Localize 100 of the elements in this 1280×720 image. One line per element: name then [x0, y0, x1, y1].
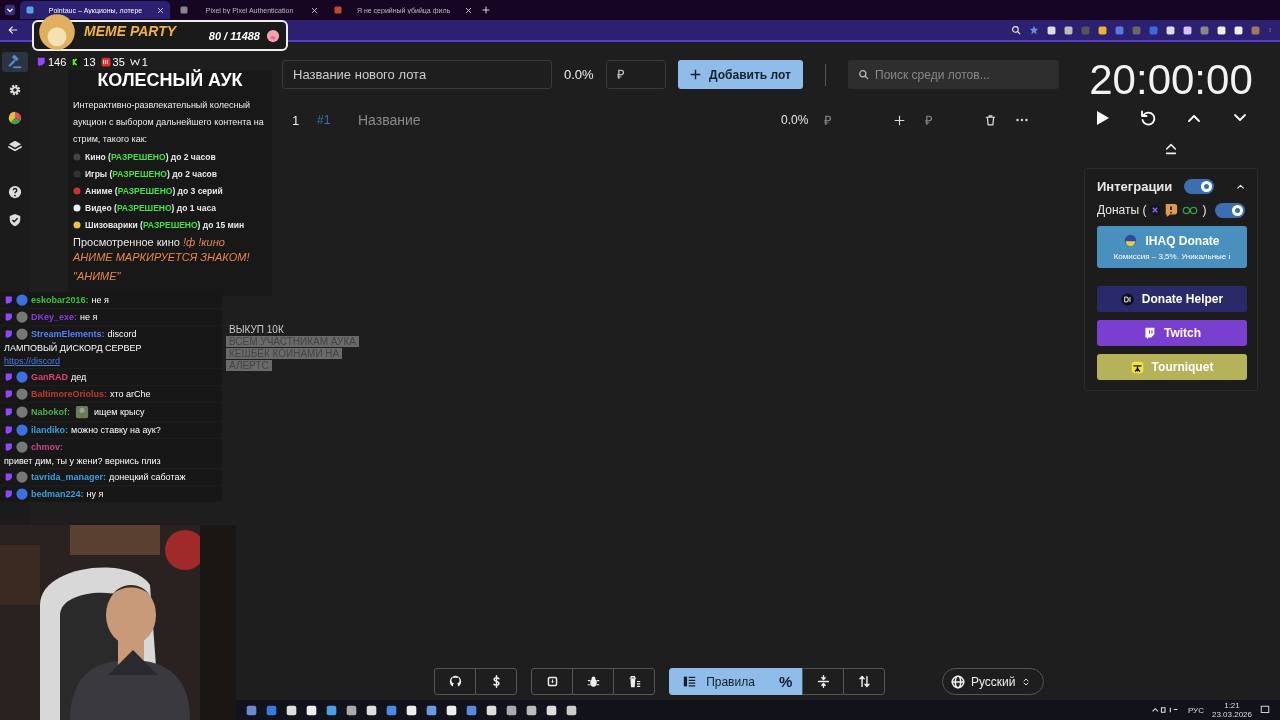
app-icon[interactable] [446, 704, 457, 716]
app-icon[interactable] [526, 704, 537, 716]
avatar-icon [16, 388, 28, 400]
new-tab-icon[interactable] [482, 6, 490, 14]
avatar-icon [16, 406, 28, 418]
logo-icon [1124, 234, 1138, 247]
username: StreamElements: [31, 329, 105, 339]
toolbar-button[interactable] [572, 668, 614, 695]
toolbar-button[interactable] [475, 668, 517, 695]
app-icon[interactable] [286, 704, 297, 716]
avatar-icon [16, 294, 28, 306]
lot-name-field[interactable]: Название нового лота [282, 60, 552, 89]
close-icon[interactable] [157, 6, 164, 14]
app-icon[interactable] [306, 704, 317, 716]
username: Nabokof: [31, 407, 70, 417]
avatar-icon [38, 12, 76, 51]
points-counter: 80 / 11488 [208, 29, 260, 42]
message-text: можно ставку на аук? [71, 425, 161, 435]
app-icon[interactable] [366, 704, 377, 716]
message-text: discord [107, 329, 137, 339]
app-icon[interactable] [546, 704, 557, 716]
toggle-switch[interactable] [1184, 179, 1215, 194]
app-icon[interactable] [326, 704, 337, 716]
more-icon[interactable] [1016, 118, 1028, 122]
play-icon[interactable] [1094, 110, 1110, 126]
username: ilandiko: [31, 425, 68, 435]
amount-field[interactable]: ₽ [606, 60, 666, 89]
keyboard-language[interactable]: РУС [1187, 705, 1204, 715]
x-logo-icon [1149, 204, 1162, 216]
sort-caret-icon [1021, 676, 1030, 687]
rules-button[interactable]: Правила [669, 668, 769, 695]
panel-title: КОЛЕСНЫЙ АУК [96, 70, 244, 91]
alert-text: ВЫКУП 10К [228, 324, 285, 335]
service-button[interactable]: Donate Helper [1097, 286, 1247, 312]
viewer-count: 146 [48, 56, 67, 68]
avatar-icon [16, 311, 28, 323]
add-lot-button[interactable]: Добавить лот [678, 60, 803, 89]
percent-label: 0.0% [564, 67, 594, 82]
toolbar-button[interactable] [531, 668, 573, 695]
app-icon[interactable] [406, 704, 417, 716]
clear-list-icon [627, 675, 641, 688]
toolbar-button[interactable] [613, 668, 655, 695]
rules-text: Интерактивно-развлекательный колесный аукцион с выбором дальнейшего контента на стрим, такого как: [73, 99, 265, 146]
pie-chart-icon [8, 111, 22, 125]
donations-label: ) [1202, 203, 1207, 217]
language-select[interactable]: Русский [942, 668, 1044, 695]
compress-icon [816, 675, 830, 688]
menu-icon[interactable] [4, 4, 16, 16]
rule-text: Игры (РАЗРЕШЕНО) до 2 часов [85, 168, 218, 179]
reset-icon[interactable] [1140, 110, 1156, 126]
note-text: АНИМЕ МАРКИРУЕТСЯ ЗНАКОМ! [73, 250, 251, 265]
glasses-icon [1181, 205, 1200, 215]
message-link[interactable]: https://discord [4, 356, 61, 366]
service-button[interactable]: Twitch [1097, 320, 1247, 346]
pig-icon [266, 28, 280, 43]
bug-icon [586, 675, 600, 688]
username: chmov: [31, 442, 63, 452]
close-icon[interactable] [465, 6, 472, 14]
search-field[interactable]: Поиск среди лотов... [848, 60, 1059, 89]
username: eskobar2016: [31, 295, 89, 305]
clock[interactable]: 1:21 23.03.2026 [1211, 701, 1252, 719]
save-icon [545, 675, 559, 688]
toolbar-button[interactable] [802, 668, 845, 695]
username: bedman224: [31, 489, 84, 499]
chevron-up-icon[interactable] [1236, 182, 1245, 191]
rule-text: Шизоварики (РАЗРЕШЕНО) до 15 мин [85, 219, 245, 230]
avatar-icon [16, 328, 28, 340]
app-icon[interactable] [506, 704, 517, 716]
zoom-icon[interactable] [1011, 25, 1021, 35]
username: BaltimoreOriolus: [31, 389, 107, 399]
app-icon[interactable] [346, 704, 357, 716]
plus-icon[interactable] [894, 114, 905, 126]
toolbar-button[interactable] [434, 668, 476, 695]
app-icon[interactable] [426, 704, 437, 716]
note-text: "АНИМЕ" [73, 269, 122, 284]
notification-icon[interactable] [1260, 705, 1270, 715]
close-icon[interactable] [311, 6, 318, 14]
username: GanRAD [31, 372, 68, 382]
app-icon[interactable] [486, 704, 497, 716]
rule-text: Видео (РАЗРЕШЕНО) до 1 часа [85, 202, 216, 213]
message-text: ищем крысу [94, 407, 145, 417]
chat-bubble-icon [1142, 326, 1156, 340]
lot-name-field[interactable]: Название [358, 112, 658, 128]
site-icon [334, 6, 342, 14]
toggle-switch[interactable] [1215, 202, 1245, 218]
search-icon [858, 69, 869, 80]
logo-icon [1130, 360, 1144, 374]
app-icon[interactable] [566, 704, 577, 716]
trash-icon[interactable] [985, 114, 996, 126]
avatar-icon [16, 371, 28, 383]
rule-text: Кино (РАЗРЕШЕНО) до 2 часов [85, 151, 216, 162]
percent-button[interactable]: % [768, 668, 804, 695]
avatar-icon [16, 471, 28, 483]
star-icon[interactable] [1029, 25, 1039, 35]
bid-field[interactable]: ₽ [925, 112, 985, 128]
tray-icon[interactable] [1149, 706, 1180, 714]
toolbar-button[interactable] [843, 668, 886, 695]
collapse-icon[interactable] [1164, 142, 1178, 156]
globe-icon [951, 674, 965, 689]
back-icon[interactable] [8, 25, 18, 35]
